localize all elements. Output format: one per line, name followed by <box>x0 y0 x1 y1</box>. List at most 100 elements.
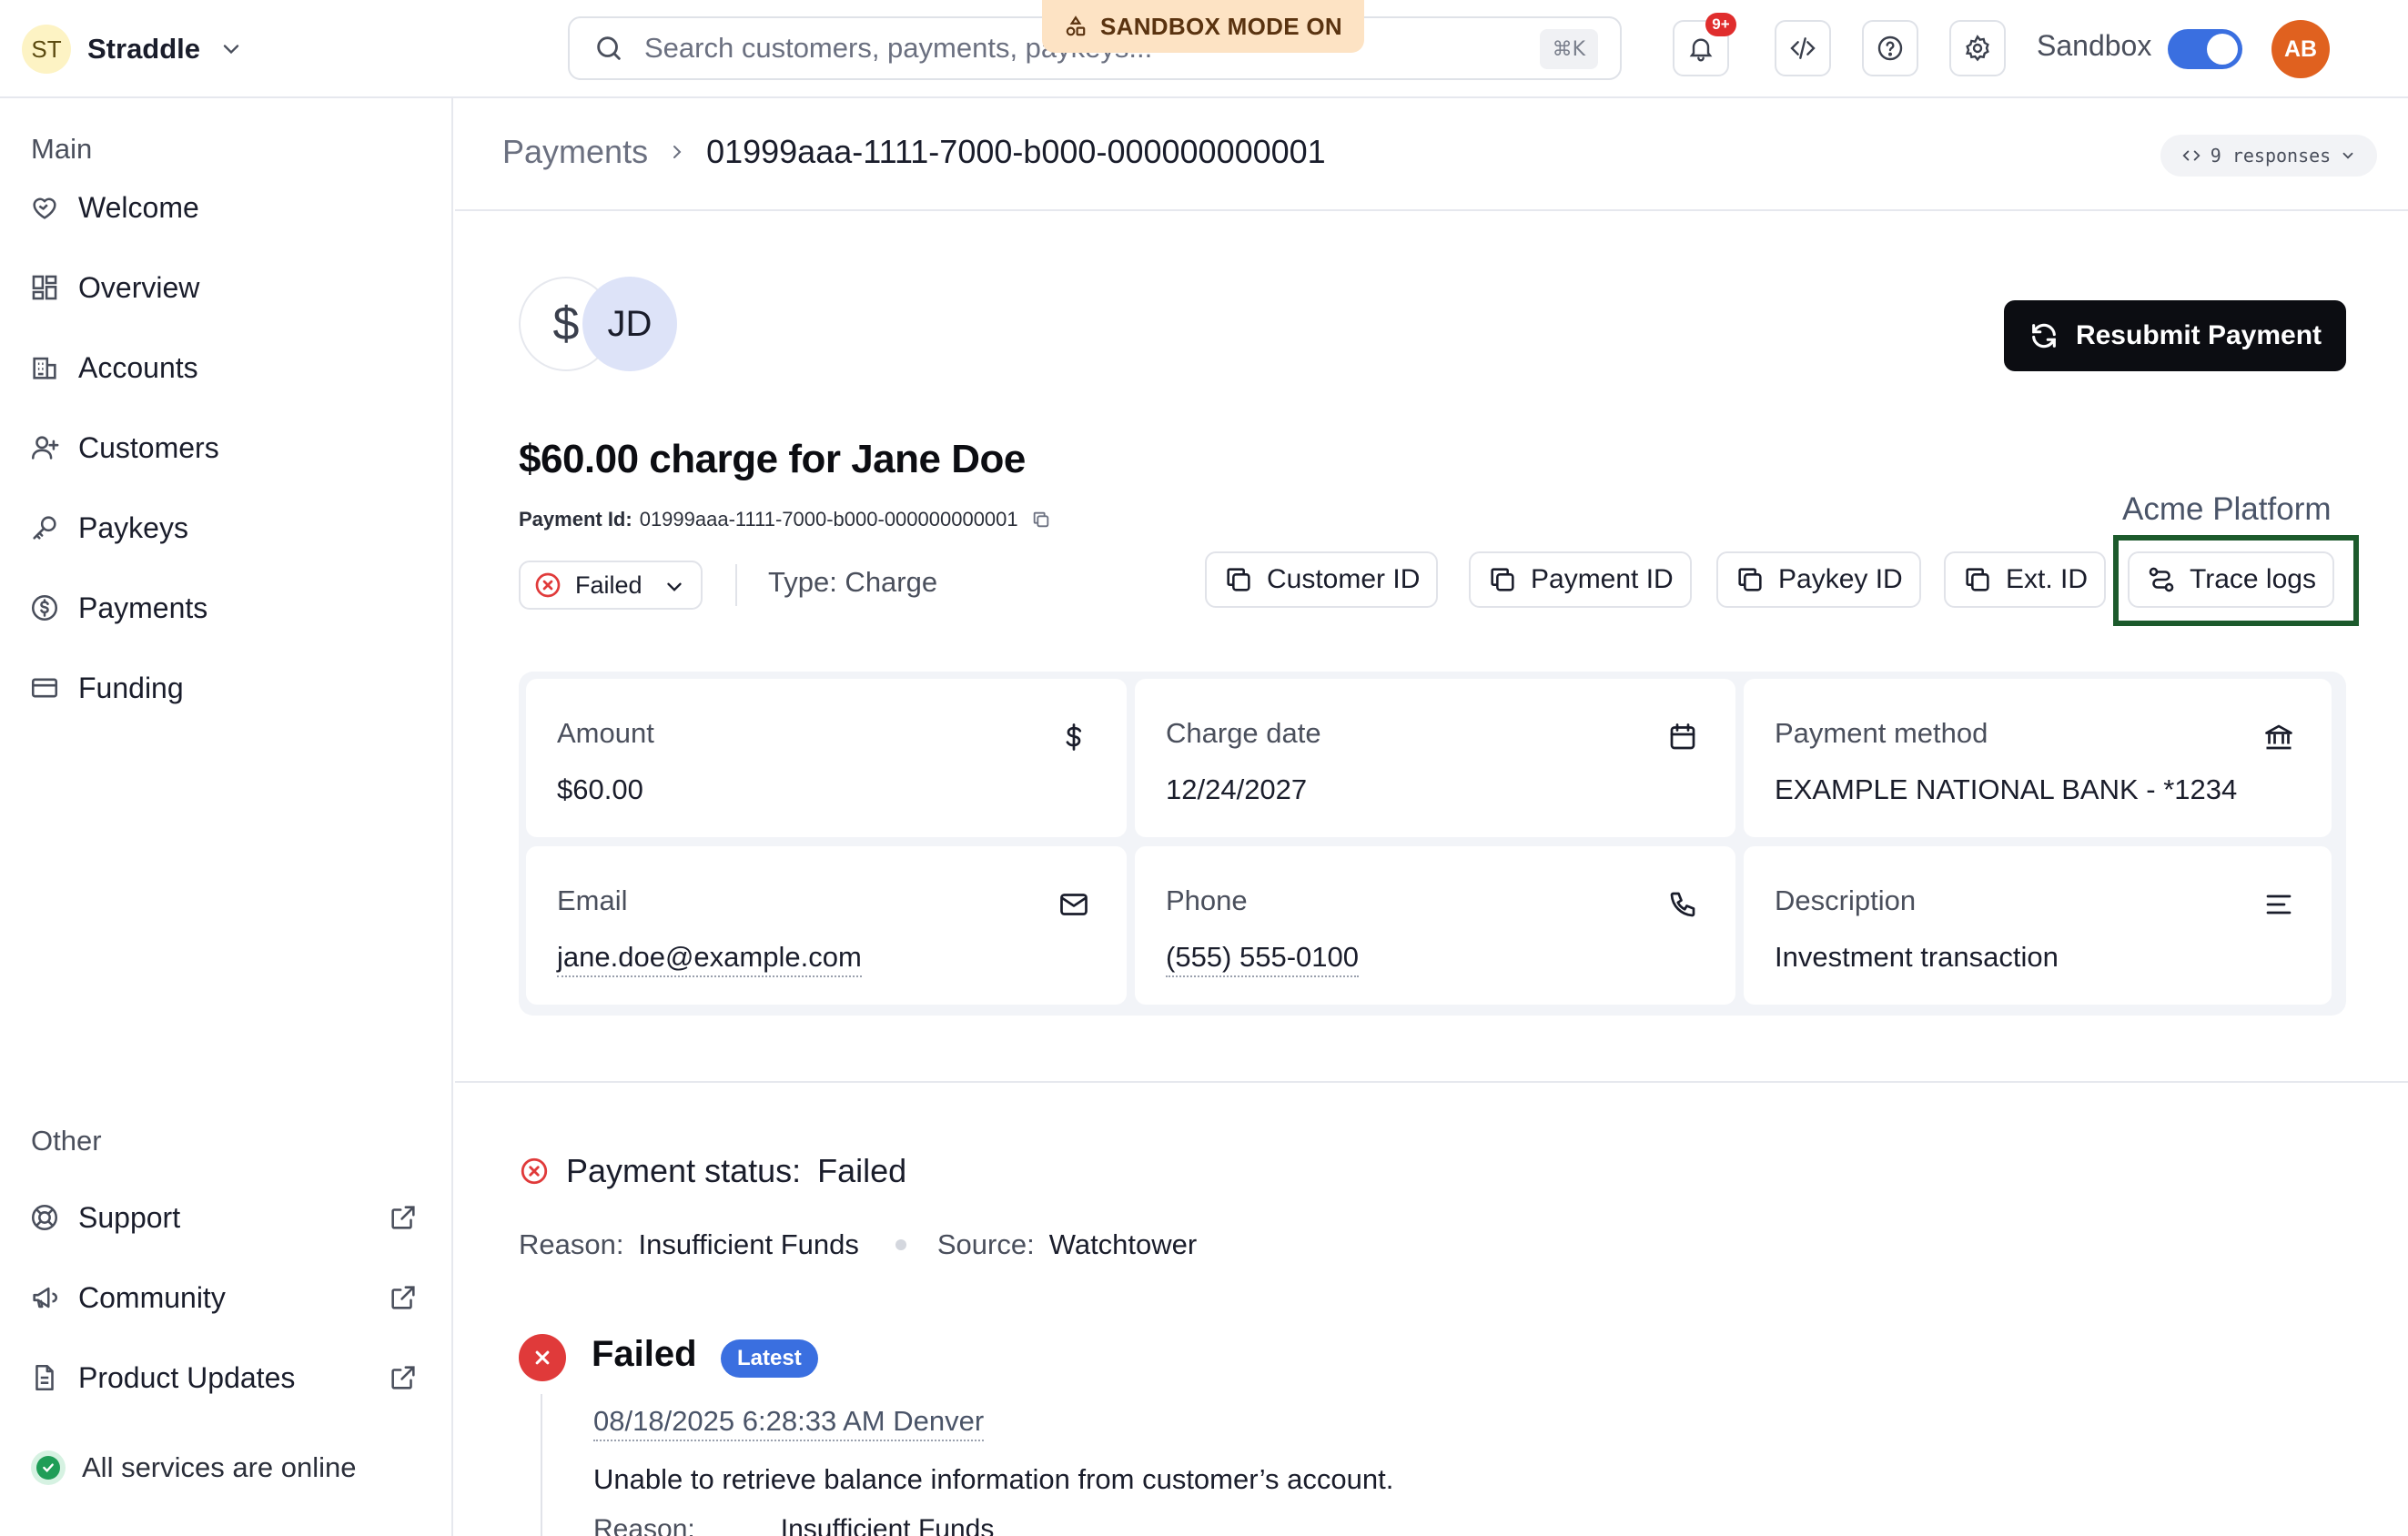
reason-label: Reason: <box>519 1228 624 1260</box>
environment-label: Sandbox <box>2037 29 2152 62</box>
bank-icon <box>2265 724 2292 750</box>
sidebar-item-payments[interactable]: Payments <box>25 577 426 639</box>
page-title: $60.00 charge for Jane Doe <box>519 437 1026 481</box>
x-circle-icon <box>535 572 561 598</box>
sidebar-item-label: Overview <box>78 270 200 304</box>
sidebar-item-label: Accounts <box>78 350 198 384</box>
resubmit-payment-button[interactable]: Resubmit Payment <box>2004 300 2346 371</box>
chevron-down-icon <box>667 582 682 591</box>
sidebar-item-overview[interactable]: Overview <box>25 257 426 318</box>
status-text: All services are online <box>82 1451 357 1483</box>
top-bar: ST Straddle ⌘K SANDBOX MODE ON 9+ Sandbo… <box>0 0 2408 98</box>
timeline-event-datetime: 08/18/2025 6:28:33 AM Denver <box>593 1405 985 1441</box>
sidebar-item-label: Welcome <box>78 190 199 224</box>
status-ok-icon <box>31 1450 66 1485</box>
source-value: Watchtower <box>1048 1228 1198 1260</box>
code-icon <box>2182 150 2201 161</box>
settings-button[interactable] <box>1949 20 2006 76</box>
heart-handshake-icon <box>33 197 56 219</box>
text-align-icon <box>2266 894 2292 915</box>
copy-external-id-button[interactable]: Ext. ID <box>1944 551 2107 608</box>
amount-card: Amount $60.00 <box>526 679 1127 837</box>
status-dropdown[interactable]: Failed <box>519 561 703 610</box>
shapes-icon <box>1066 15 1086 36</box>
search-shortcut-hint: ⌘K <box>1539 29 1598 69</box>
help-button[interactable] <box>1862 20 1918 76</box>
breadcrumb-payments-link[interactable]: Payments <box>502 133 648 171</box>
card-label: Description <box>1775 884 1917 916</box>
dashboard-icon <box>32 275 57 300</box>
button-label: Payment ID <box>1531 564 1674 594</box>
source-label: Source: <box>936 1228 1035 1260</box>
sidebar-item-accounts[interactable]: Accounts <box>25 337 426 399</box>
chevron-down-icon <box>223 45 239 55</box>
sidebar-item-funding[interactable]: Funding <box>25 657 426 719</box>
latest-badge: Latest <box>721 1339 818 1378</box>
resubmit-label: Resubmit Payment <box>2075 320 2322 350</box>
card-value: EXAMPLE NATIONAL BANK - *1234 <box>1775 773 2238 805</box>
card-label: Amount <box>557 717 654 749</box>
payment-status-heading: Payment status: Failed <box>519 1152 906 1190</box>
chevron-down-icon <box>2342 152 2353 159</box>
payment-type: Type: Charge <box>768 566 938 598</box>
copy-payment-id-button[interactable] <box>1029 508 1053 531</box>
phone-icon <box>1670 892 1695 917</box>
reason-value: Insufficient Funds <box>638 1228 859 1260</box>
button-label: Customer ID <box>1267 564 1421 594</box>
responses-toggle[interactable]: 9 responses <box>2160 135 2377 177</box>
sidebar-item-label: Product Updates <box>78 1360 296 1394</box>
divider <box>455 1081 2408 1083</box>
separator-dot <box>895 1239 906 1250</box>
charge-date-card: Charge date 12/24/2027 <box>1135 679 1735 837</box>
card-value: 12/24/2027 <box>1166 773 1308 805</box>
org-avatar: ST <box>22 25 71 74</box>
sidebar-item-community[interactable]: Community <box>25 1267 426 1329</box>
email-link[interactable]: jane.doe@example.com <box>557 941 862 977</box>
copy-customer-id-button[interactable]: Customer ID <box>1205 551 1439 608</box>
org-switcher[interactable]: ST Straddle <box>22 24 244 75</box>
card-label: Phone <box>1166 884 1248 916</box>
user-avatar[interactable]: AB <box>2271 20 2330 78</box>
sidebar-section-other: Other <box>31 1125 102 1157</box>
payment-status-value: Failed <box>817 1152 907 1189</box>
calendar-icon <box>1670 723 1695 750</box>
payment-method-card: Payment method EXAMPLE NATIONAL BANK - *… <box>1744 679 2332 837</box>
copy-payment-id-button[interactable]: Payment ID <box>1469 551 1692 608</box>
card-value: Investment transaction <box>1775 941 2059 973</box>
external-link-icon <box>391 1366 415 1389</box>
sidebar-item-welcome[interactable]: Welcome <box>25 177 426 238</box>
copy-icon <box>1033 511 1048 528</box>
system-status[interactable]: All services are online <box>31 1450 357 1485</box>
notifications-button[interactable]: 9+ <box>1673 13 1736 76</box>
dollar-circle-icon <box>31 594 58 621</box>
developer-button[interactable] <box>1775 20 1831 76</box>
search-icon <box>597 36 621 60</box>
code-icon <box>1790 37 1816 59</box>
copy-paykey-id-button[interactable]: Paykey ID <box>1716 551 1921 608</box>
copy-icon <box>1491 568 1514 591</box>
help-circle-icon <box>1877 35 1903 61</box>
copy-icon <box>1738 568 1762 591</box>
timeline-reason-label: Reason: <box>593 1514 695 1536</box>
description-card: Description Investment transaction <box>1744 846 2332 1005</box>
user-plus-icon <box>31 436 59 460</box>
status-dropdown-value: Failed <box>575 571 642 599</box>
responses-label: 9 responses <box>2210 145 2332 167</box>
chevron-right-icon <box>673 146 682 158</box>
sidebar: Main Welcome Overview Accounts Customers… <box>0 98 453 1536</box>
notifications-badge: 9+ <box>1705 13 1736 36</box>
credit-card-icon <box>31 678 58 698</box>
trace-logs-highlight <box>2113 535 2359 626</box>
x-circle-icon <box>521 1157 548 1185</box>
building-icon <box>33 357 56 379</box>
external-link-icon <box>391 1206 415 1229</box>
sidebar-item-product-updates[interactable]: Product Updates <box>25 1347 426 1409</box>
sidebar-item-label: Support <box>78 1200 181 1234</box>
customer-avatar: JD <box>582 277 677 371</box>
payment-status-label: Payment status: <box>566 1152 802 1189</box>
sidebar-item-support[interactable]: Support <box>25 1187 426 1248</box>
sidebar-item-paykeys[interactable]: Paykeys <box>25 497 426 559</box>
sandbox-toggle[interactable] <box>2168 29 2242 69</box>
sidebar-item-customers[interactable]: Customers <box>25 417 426 479</box>
phone-link[interactable]: (555) 555-0100 <box>1166 941 1359 977</box>
